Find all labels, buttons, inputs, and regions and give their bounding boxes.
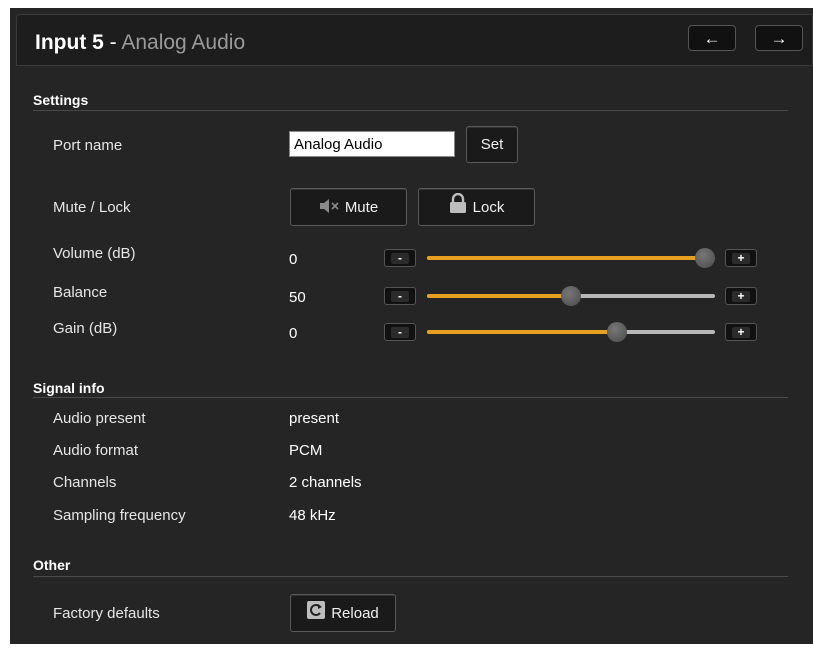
set-button[interactable]: Set	[466, 126, 518, 163]
slider-thumb[interactable]	[607, 322, 628, 342]
signal-info-divider	[33, 397, 788, 398]
signal-info-section-title: Signal info	[33, 380, 105, 396]
gain-value: 0	[289, 325, 298, 342]
arrow-left-icon: ←	[703, 29, 721, 48]
factory-defaults-label: Factory defaults	[53, 605, 160, 622]
volume-decrease-button[interactable]: -	[384, 249, 416, 267]
slider-fill	[427, 330, 618, 334]
volume-slider[interactable]	[427, 248, 715, 268]
plus-icon: +	[732, 252, 750, 264]
mute-lock-label: Mute / Lock	[53, 199, 131, 216]
volume-label: Volume (dB)	[53, 245, 136, 262]
audio-present-label: Audio present	[53, 410, 146, 427]
set-button-label: Set	[480, 136, 504, 153]
sampling-frequency-value: 48 kHz	[289, 507, 336, 524]
channels-label: Channels	[53, 474, 117, 491]
sampling-frequency-label: Sampling frequency	[53, 507, 186, 524]
other-section-title: Other	[33, 557, 71, 573]
other-divider	[33, 576, 788, 577]
gain-decrease-button[interactable]: -	[384, 323, 416, 341]
settings-section-title: Settings	[33, 92, 89, 108]
port-name-input[interactable]	[289, 131, 455, 157]
lock-button[interactable]: Lock	[418, 188, 535, 226]
minus-icon: -	[391, 326, 409, 338]
next-button[interactable]: →	[755, 25, 803, 51]
lock-button-label: Lock	[472, 199, 505, 216]
speaker-mute-icon	[319, 190, 339, 227]
balance-increase-button[interactable]: +	[725, 287, 757, 305]
channels-value: 2 channels	[289, 474, 362, 491]
balance-label: Balance	[53, 284, 108, 301]
gain-increase-button[interactable]: +	[725, 323, 757, 341]
balance-slider[interactable]	[427, 286, 715, 306]
balance-value: 50	[289, 289, 306, 306]
page-header: Input 5 - Analog Audio ← →	[16, 14, 813, 66]
reload-button[interactable]: Reload	[290, 594, 396, 632]
reload-button-label: Reload	[331, 605, 379, 622]
reload-icon	[307, 596, 326, 633]
plus-icon: +	[732, 290, 750, 302]
gain-label: Gain (dB)	[53, 320, 118, 337]
audio-format-value: PCM	[289, 442, 323, 459]
slider-thumb[interactable]	[695, 248, 715, 268]
volume-value: 0	[289, 251, 298, 268]
audio-present-value: present	[289, 410, 340, 427]
slider-fill	[427, 256, 705, 260]
mute-button[interactable]: Mute	[290, 188, 407, 226]
minus-icon: -	[391, 290, 409, 302]
page-title: Input 5 - Analog Audio	[35, 30, 245, 56]
title-port: Input 5	[35, 31, 104, 54]
previous-button[interactable]: ←	[688, 25, 736, 51]
title-separator: -	[103, 31, 122, 54]
balance-decrease-button[interactable]: -	[384, 287, 416, 305]
title-port-name: Analog Audio	[121, 31, 246, 54]
padlock-icon	[449, 190, 467, 227]
port-name-label: Port name	[53, 137, 123, 154]
settings-divider	[33, 110, 788, 111]
minus-icon: -	[391, 252, 409, 264]
gain-slider[interactable]	[427, 322, 715, 342]
slider-thumb[interactable]	[561, 286, 581, 306]
plus-icon: +	[732, 326, 750, 338]
audio-format-label: Audio format	[53, 442, 139, 459]
mute-button-label: Mute	[344, 199, 379, 216]
slider-fill	[427, 294, 571, 298]
arrow-right-icon: →	[770, 29, 788, 48]
volume-increase-button[interactable]: +	[725, 249, 757, 267]
